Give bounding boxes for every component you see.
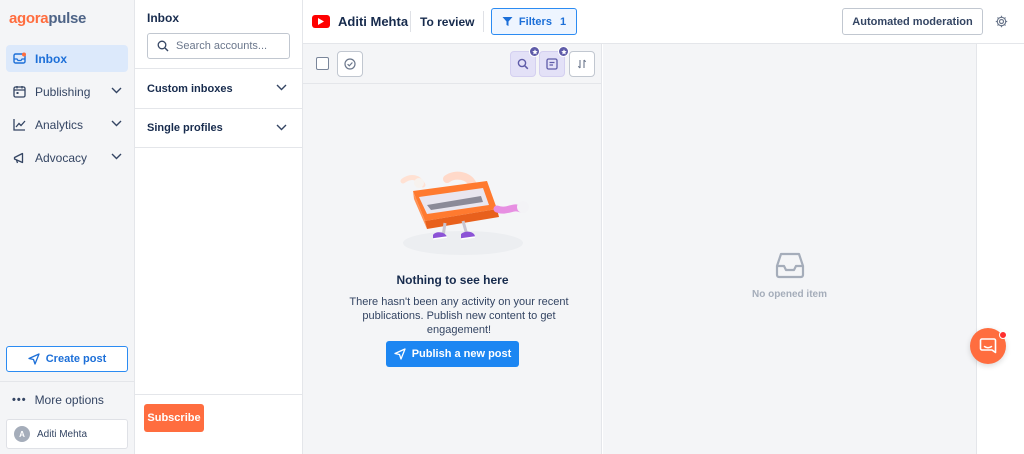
youtube-icon [312, 15, 330, 28]
create-post-button[interactable]: Create post [6, 346, 128, 372]
divider [135, 394, 302, 395]
nav-item-label: Advocacy [35, 150, 88, 165]
chevron-down-icon [276, 84, 287, 91]
send-icon [28, 353, 46, 365]
chevron-down-icon [111, 120, 122, 127]
more-options-button[interactable]: ••• More options [12, 393, 104, 407]
filters-button[interactable]: Filters 1 [491, 8, 577, 35]
filters-label: Filters [518, 15, 552, 28]
nav-item-publishing[interactable]: Publishing [6, 78, 128, 105]
single-profiles-section[interactable]: Single profiles [135, 108, 302, 148]
view-to-review[interactable]: To review [420, 15, 474, 29]
user-menu[interactable]: A Aditi Mehta [6, 419, 128, 449]
filter-funnel-icon [502, 16, 519, 27]
publish-new-post-button[interactable]: Publish a new post [386, 341, 519, 367]
nav-item-label: Analytics [35, 117, 84, 132]
search-box[interactable] [147, 33, 290, 59]
filters-count-badge: 1 [559, 15, 567, 28]
divider [410, 11, 411, 32]
subscribe-button[interactable]: Subscribe [144, 404, 204, 432]
no-opened-item-text: No opened item [751, 289, 827, 300]
user-name: Aditi Mehta [37, 428, 88, 440]
view-mode-button[interactable] [539, 46, 569, 77]
chevron-down-icon [111, 87, 122, 94]
send-icon [394, 348, 412, 360]
check-circle-icon [344, 58, 356, 70]
sort-arrows-icon [576, 58, 588, 70]
nav-item-advocacy[interactable]: Advocacy [6, 144, 128, 171]
inbox-icon [13, 52, 26, 65]
feed-toolbar [303, 44, 602, 84]
divider [0, 381, 135, 382]
nav-item-label: Inbox [35, 51, 67, 66]
section-label: Custom inboxes [147, 82, 233, 95]
mark-reviewed-button[interactable] [337, 51, 363, 77]
nav-item-inbox[interactable]: Inbox [6, 45, 128, 72]
right-sidebar [976, 44, 1024, 454]
divider [483, 11, 484, 32]
feed-column: Nothing to see here There hasn't been an… [303, 44, 602, 454]
panel-title: Inbox [147, 11, 179, 25]
section-label: Single profiles [147, 122, 223, 134]
search-feed-button[interactable] [510, 46, 540, 77]
detail-pane: No opened item [603, 44, 976, 454]
chat-bubble-icon [979, 337, 997, 355]
list-view-icon [546, 58, 558, 70]
more-options-label: More options [34, 393, 104, 407]
chevron-down-icon [111, 153, 122, 160]
main-navigation: agorapulse Inbox Publishing Analytics Ad… [0, 0, 135, 454]
custom-inboxes-section[interactable]: Custom inboxes [135, 68, 302, 108]
notification-dot [999, 331, 1007, 339]
create-post-label: Create post [45, 353, 107, 365]
star-badge-icon [558, 46, 569, 57]
gear-icon[interactable] [995, 15, 1008, 28]
sort-button[interactable] [569, 51, 595, 77]
agorapulse-logo[interactable]: agorapulse [9, 10, 86, 27]
megaphone-icon [13, 151, 26, 164]
inbox-panel: Inbox Custom inboxes Single profiles Sub… [135, 0, 303, 454]
empty-state-text: There hasn't been any activity on your r… [349, 296, 569, 336]
automated-moderation-button[interactable]: Automated moderation [842, 8, 983, 35]
nav-item-label: Publishing [35, 84, 91, 99]
more-dots-icon: ••• [12, 394, 27, 406]
empty-state-title: Nothing to see here [396, 273, 509, 287]
profile-name: Aditi Mehta [338, 14, 409, 29]
search-icon [517, 58, 529, 70]
calendar-icon [13, 85, 26, 98]
empty-box-illustration [383, 169, 543, 259]
select-all-checkbox[interactable] [316, 57, 329, 70]
inbox-tray-icon [775, 251, 805, 279]
profile-selector[interactable]: Aditi Mehta [312, 14, 408, 29]
top-bar: Aditi Mehta To review Filters 1 Automate… [303, 0, 1024, 44]
nav-item-analytics[interactable]: Analytics [6, 111, 128, 138]
avatar: A [14, 426, 30, 442]
chart-icon [13, 118, 26, 131]
chevron-down-icon [276, 124, 287, 131]
publish-new-post-label: Publish a new post [411, 348, 512, 360]
search-icon [157, 40, 176, 52]
search-accounts-input[interactable] [176, 40, 276, 52]
